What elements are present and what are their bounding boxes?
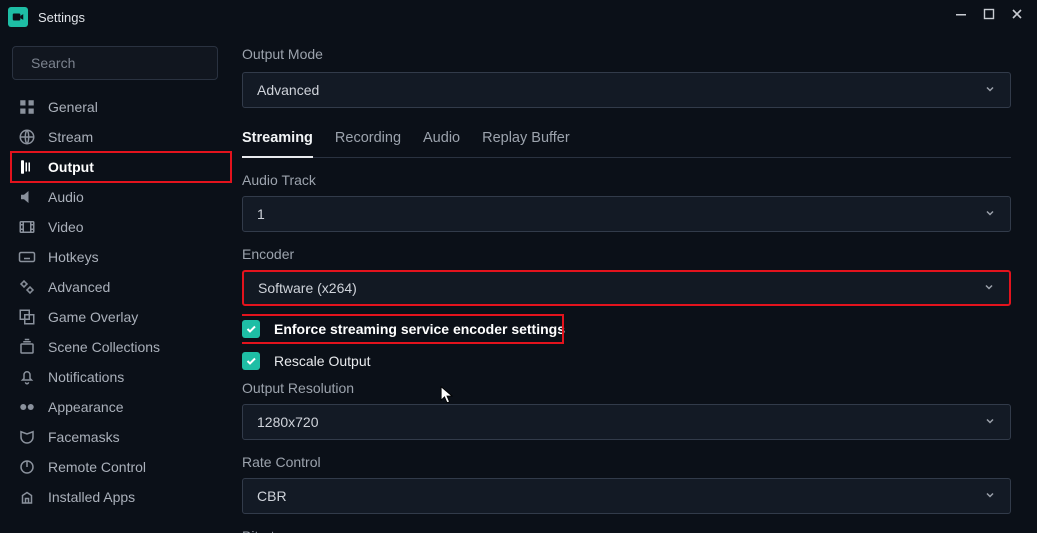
sidebar-item-label: Remote Control bbox=[48, 459, 146, 475]
window-title: Settings bbox=[38, 10, 85, 25]
chevron-down-icon bbox=[984, 488, 996, 504]
sidebar-item-hotkeys[interactable]: Hotkeys bbox=[12, 242, 218, 272]
minimize-button[interactable] bbox=[947, 0, 975, 28]
checkbox-checked-icon[interactable] bbox=[242, 320, 260, 338]
sidebar-item-installed-apps[interactable]: Installed Apps bbox=[12, 482, 218, 512]
content-panel: Output Mode Advanced Streaming Recording… bbox=[242, 46, 1025, 533]
close-button[interactable] bbox=[1003, 0, 1031, 28]
sidebar-item-advanced[interactable]: Advanced bbox=[12, 272, 218, 302]
encoder-select[interactable]: Software (x264) bbox=[242, 270, 1011, 306]
search-input[interactable] bbox=[31, 55, 212, 71]
power-icon bbox=[18, 458, 36, 476]
sidebar-item-video[interactable]: Video bbox=[12, 212, 218, 242]
rescale-output-label: Rescale Output bbox=[274, 353, 371, 369]
sidebar-item-label: Facemasks bbox=[48, 429, 120, 445]
sidebar-item-label: Appearance bbox=[48, 399, 124, 415]
globe-icon bbox=[18, 128, 36, 146]
sidebar-item-label: Installed Apps bbox=[48, 489, 135, 505]
sidebar-item-label: Audio bbox=[48, 189, 84, 205]
sidebar-item-appearance[interactable]: Appearance bbox=[12, 392, 218, 422]
output-resolution-label: Output Resolution bbox=[242, 380, 1011, 396]
grid-icon bbox=[18, 98, 36, 116]
film-icon bbox=[18, 218, 36, 236]
sidebar-item-label: Hotkeys bbox=[48, 249, 99, 265]
sidebar: General Stream Output Audio Video Ho bbox=[12, 46, 218, 533]
select-value: Software (x264) bbox=[258, 280, 357, 296]
sidebar-item-stream[interactable]: Stream bbox=[12, 122, 218, 152]
output-resolution-select[interactable]: 1280x720 bbox=[242, 404, 1011, 440]
select-value: 1 bbox=[257, 206, 265, 222]
gears-icon bbox=[18, 278, 36, 296]
output-mode-select[interactable]: Advanced bbox=[242, 72, 1011, 108]
sidebar-item-label: Scene Collections bbox=[48, 339, 160, 355]
bitrate-label: Bitrate bbox=[242, 528, 1011, 533]
mask-icon bbox=[18, 428, 36, 446]
sidebar-item-output[interactable]: Output bbox=[12, 152, 218, 182]
select-value: Advanced bbox=[257, 82, 319, 98]
apps-icon bbox=[18, 488, 36, 506]
volume-icon bbox=[18, 188, 36, 206]
sidebar-item-label: Video bbox=[48, 219, 84, 235]
overlay-icon bbox=[18, 308, 36, 326]
sidebar-item-label: Stream bbox=[48, 129, 93, 145]
chevron-down-icon bbox=[983, 280, 995, 296]
titlebar: Settings bbox=[0, 0, 1037, 34]
sidebar-item-label: Advanced bbox=[48, 279, 110, 295]
keyboard-icon bbox=[18, 248, 36, 266]
sidebar-item-remote-control[interactable]: Remote Control bbox=[12, 452, 218, 482]
enforce-encoder-label: Enforce streaming service encoder settin… bbox=[274, 321, 565, 337]
encoder-label: Encoder bbox=[242, 246, 1011, 262]
enforce-encoder-checkbox-row[interactable]: Enforce streaming service encoder settin… bbox=[242, 320, 1011, 338]
chevron-down-icon bbox=[984, 206, 996, 222]
maximize-button[interactable] bbox=[975, 0, 1003, 28]
sidebar-item-general[interactable]: General bbox=[12, 92, 218, 122]
output-tabs: Streaming Recording Audio Replay Buffer bbox=[242, 130, 1011, 158]
sidebar-item-notifications[interactable]: Notifications bbox=[12, 362, 218, 392]
audio-track-select[interactable]: 1 bbox=[242, 196, 1011, 232]
app-logo-icon bbox=[8, 7, 28, 27]
sidebar-item-game-overlay[interactable]: Game Overlay bbox=[12, 302, 218, 332]
checkbox-checked-icon[interactable] bbox=[242, 352, 260, 370]
bell-icon bbox=[18, 368, 36, 386]
search-input-wrapper[interactable] bbox=[12, 46, 218, 80]
output-icon bbox=[18, 158, 36, 176]
tab-streaming[interactable]: Streaming bbox=[242, 130, 313, 158]
output-mode-label: Output Mode bbox=[242, 46, 1011, 62]
appearance-icon bbox=[18, 398, 36, 416]
sidebar-item-facemasks[interactable]: Facemasks bbox=[12, 422, 218, 452]
select-value: CBR bbox=[257, 488, 287, 504]
rate-control-label: Rate Control bbox=[242, 454, 1011, 470]
sidebar-item-scene-collections[interactable]: Scene Collections bbox=[12, 332, 218, 362]
sidebar-item-label: Notifications bbox=[48, 369, 124, 385]
rate-control-select[interactable]: CBR bbox=[242, 478, 1011, 514]
select-value: 1280x720 bbox=[257, 414, 319, 430]
rescale-output-checkbox-row[interactable]: Rescale Output bbox=[242, 352, 1011, 370]
audio-track-label: Audio Track bbox=[242, 172, 1011, 188]
chevron-down-icon bbox=[984, 82, 996, 98]
tab-replay-buffer[interactable]: Replay Buffer bbox=[482, 130, 570, 157]
chevron-down-icon bbox=[984, 414, 996, 430]
sidebar-item-label: Output bbox=[48, 159, 94, 175]
collection-icon bbox=[18, 338, 36, 356]
highlight-annotation bbox=[10, 151, 232, 183]
tab-audio[interactable]: Audio bbox=[423, 130, 460, 157]
sidebar-item-label: Game Overlay bbox=[48, 309, 138, 325]
tab-recording[interactable]: Recording bbox=[335, 130, 401, 157]
sidebar-item-label: General bbox=[48, 99, 98, 115]
sidebar-item-audio[interactable]: Audio bbox=[12, 182, 218, 212]
